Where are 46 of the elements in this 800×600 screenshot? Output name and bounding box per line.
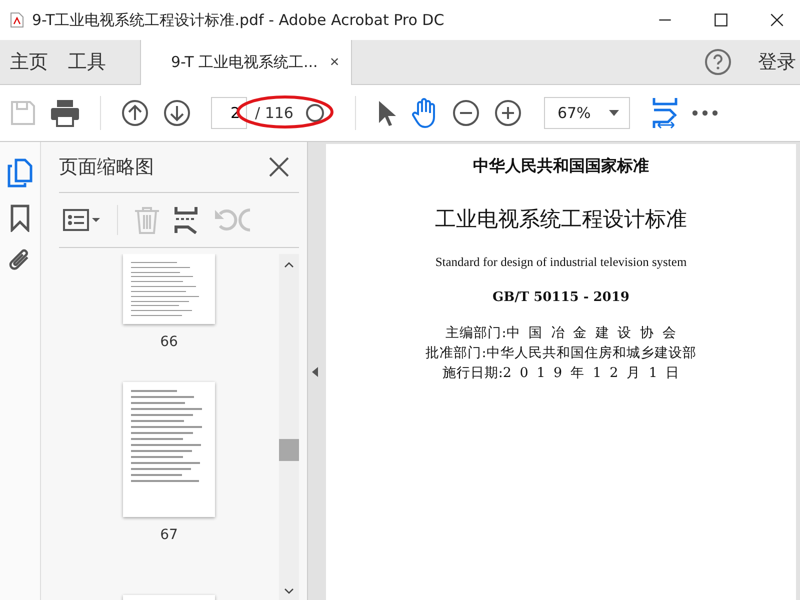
document-tab-label[interactable]: 9-T 工业电视系统工...	[171, 53, 318, 72]
document-text: Standard for design of industrial television system	[435, 255, 687, 270]
collapse-arrow-icon[interactable]	[312, 367, 318, 377]
page-number-label: 66	[160, 334, 178, 350]
close-icon[interactable]	[770, 13, 784, 27]
page-number-label: 67	[160, 527, 178, 543]
nav-tab[interactable]: 主页	[0, 40, 58, 84]
extract-pages-icon[interactable]	[174, 206, 198, 234]
previous-page-icon[interactable]	[121, 99, 149, 127]
circle-icon	[305, 103, 326, 123]
pages-icon[interactable]	[7, 158, 33, 188]
document-tab[interactable]: 9-T 工业电视系统工... ×	[140, 40, 352, 85]
print-icon[interactable]	[50, 99, 80, 127]
document-text: GB/T 50115 - 2019	[492, 290, 630, 305]
nav-tab[interactable]: 工具	[58, 40, 116, 84]
window-title: 9-T工业电视系统工程设计标准.pdf - Adobe Acrobat Pro DC	[32, 10, 444, 30]
page-thumbnail[interactable]	[123, 382, 215, 517]
zoom-out-icon[interactable]	[452, 99, 480, 127]
scroll-down-icon[interactable]	[284, 588, 294, 594]
pdf-file-icon	[10, 12, 24, 28]
document-text: 工业电视系统工程设计标准	[435, 206, 687, 233]
zoom-dropdown[interactable]: 67%	[544, 97, 630, 129]
caret-icon	[609, 110, 620, 116]
scroll-up-icon[interactable]	[284, 262, 294, 268]
page-thumbnail[interactable]	[123, 254, 215, 324]
page-count: / 116	[255, 104, 294, 122]
sign-in-button[interactable]: 登录	[752, 49, 800, 75]
next-page-icon[interactable]	[163, 99, 191, 127]
document-text: 主编部门:中 国 冶 金 建 设 协 会	[446, 324, 676, 343]
close-icon[interactable]	[269, 157, 289, 177]
document-text: 施行日期:2 0 1 9 年 1 2 月 1 日	[442, 364, 680, 383]
more-icon[interactable]	[692, 110, 718, 116]
scrollbar[interactable]	[279, 254, 299, 600]
maximize-icon[interactable]	[714, 13, 728, 27]
options-icon[interactable]	[63, 209, 101, 231]
scroll-thumb[interactable]	[279, 439, 299, 461]
help-icon[interactable]	[704, 48, 732, 76]
document-text: 中华人民共和国国家标准	[473, 156, 649, 177]
panel-title: 页面缩略图	[59, 155, 154, 180]
tab-close-button[interactable]: ×	[328, 54, 342, 72]
document-text: 批准部门:中华人民共和国住房和城乡建设部	[426, 344, 696, 363]
pointer-icon[interactable]	[376, 99, 396, 127]
zoom-value: 67%	[557, 104, 591, 122]
zoom-in-icon[interactable]	[494, 99, 522, 127]
bookmark-icon[interactable]	[10, 204, 30, 232]
fit-page-icon[interactable]	[652, 96, 678, 130]
